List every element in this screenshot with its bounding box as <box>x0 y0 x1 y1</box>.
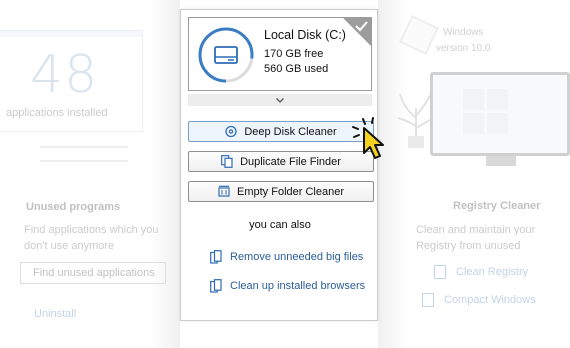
expand-toggle[interactable] <box>188 94 372 106</box>
registry-description: Clean and maintain your Registry from un… <box>416 222 535 254</box>
monitor-stand <box>486 156 516 166</box>
description-line: Find applications which you <box>24 224 159 236</box>
duplicate-files-icon <box>221 155 233 168</box>
clean-registry-link: Clean Registry <box>456 266 529 278</box>
deep-disk-cleaner-button[interactable]: Deep Disk Cleaner <box>188 121 374 142</box>
deep-disk-cleaner-label: Deep Disk Cleaner <box>244 125 337 138</box>
registry-icon <box>434 265 446 279</box>
installed-apps-card: 48 applications installed <box>0 30 143 132</box>
empty-folder-cleaner-button[interactable]: Empty Folder Cleaner <box>188 181 374 202</box>
click-cursor-icon <box>352 117 384 159</box>
duplicate-file-finder-label: Duplicate File Finder <box>240 155 341 168</box>
disk-cleanup-panel: Local Disk (C:) 170 GB free 560 GB used … <box>180 9 378 321</box>
panel-shadow-left <box>150 0 180 348</box>
unused-programs-heading: Unused programs <box>26 201 121 213</box>
compact-icon <box>422 293 434 307</box>
installed-count: 48 <box>30 45 99 105</box>
uninstall-link: Uninstall <box>34 308 77 320</box>
installed-caption: applications installed <box>6 107 108 119</box>
remove-big-files-link[interactable]: Remove unneeded big files <box>210 250 363 264</box>
disk-name: Local Disk (C:) <box>264 28 346 42</box>
hard-drive-icon <box>214 46 238 64</box>
local-disk-card[interactable]: Local Disk (C:) 170 GB free 560 GB used <box>188 17 372 91</box>
compact-windows-link: Compact Windows <box>444 294 536 306</box>
card-title-strip <box>0 31 142 37</box>
disk-free-space: 170 GB free <box>264 48 324 60</box>
browsers-icon <box>210 279 222 293</box>
windows-logo-icon <box>463 89 509 135</box>
disk-used-space: 560 GB used <box>264 63 329 75</box>
description-line: don't use anymore <box>24 240 115 252</box>
description-line: Registry from unused <box>416 240 521 252</box>
divider <box>40 160 128 162</box>
clean-browsers-label: Clean up installed browsers <box>230 280 366 292</box>
selected-check-icon <box>343 18 371 46</box>
registry-cleaner-heading: Registry Cleaner <box>453 200 541 212</box>
you-can-also-label: you can also <box>249 219 311 231</box>
remove-big-files-label: Remove unneeded big files <box>230 251 364 263</box>
chevron-down-icon <box>276 97 284 103</box>
big-files-icon <box>210 250 222 264</box>
duplicate-file-finder-button[interactable]: Duplicate File Finder <box>188 151 374 172</box>
empty-folder-cleaner-label: Empty Folder Cleaner <box>237 185 344 198</box>
disk-usage-ring <box>198 27 254 83</box>
os-name: Windows <box>442 27 484 38</box>
panel-shadow-right <box>378 0 408 348</box>
empty-folder-icon <box>218 185 230 197</box>
disc-icon <box>225 125 237 138</box>
unused-programs-description: Find applications which you don't use an… <box>24 222 159 254</box>
description-line: Clean and maintain your <box>416 224 536 236</box>
clean-browsers-link[interactable]: Clean up installed browsers <box>210 279 365 293</box>
find-unused-apps-button: Find unused applications <box>20 262 166 284</box>
os-version: version 10.0 <box>436 43 491 54</box>
windows-version: Windows version 10.0 <box>436 25 490 57</box>
divider <box>40 146 128 148</box>
monitor-icon <box>430 72 570 156</box>
